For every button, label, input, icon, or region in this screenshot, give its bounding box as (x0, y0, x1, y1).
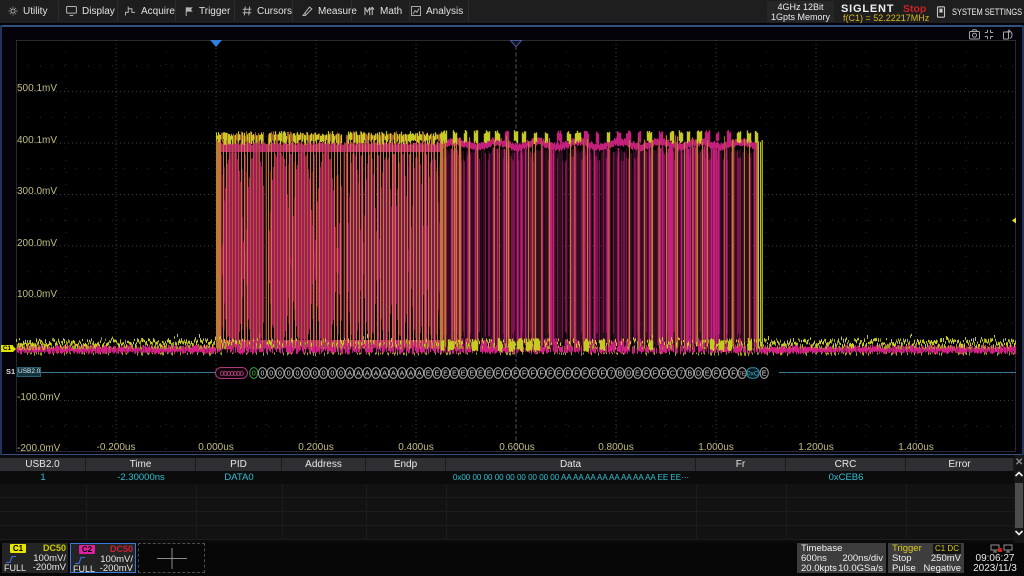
svg-text:0: 0 (304, 371, 308, 378)
svg-text:0: 0 (322, 371, 326, 378)
svg-text:A: A (391, 371, 396, 378)
svg-text:D: D (626, 371, 631, 378)
svg-text:F: F (522, 371, 526, 378)
svg-text:A: A (417, 371, 422, 378)
svg-text:F: F (505, 371, 509, 378)
svg-text:F: F (731, 371, 735, 378)
svg-text:F: F (557, 371, 561, 378)
svg-text:E: E (762, 371, 767, 378)
svg-text:F: F (714, 371, 718, 378)
svg-text:0xC: 0xC (747, 370, 759, 377)
svg-text:E: E (443, 371, 448, 378)
svg-text:F: F (566, 371, 570, 378)
svg-text:B: B (618, 371, 623, 378)
svg-text:0: 0 (269, 371, 273, 378)
svg-text:7E: 7E (739, 372, 746, 378)
svg-text:F: F (723, 371, 727, 378)
svg-text:A: A (382, 371, 387, 378)
svg-text:A: A (408, 371, 413, 378)
svg-text:C: C (670, 371, 675, 378)
svg-text:E: E (426, 371, 431, 378)
svg-text:A: A (365, 371, 370, 378)
svg-text:0: 0 (295, 371, 299, 378)
svg-text:0: 0 (261, 371, 265, 378)
svg-text:0: 0 (278, 371, 282, 378)
svg-text:F: F (644, 371, 648, 378)
svg-text:F: F (592, 371, 596, 378)
svg-text:F: F (574, 371, 578, 378)
svg-text:E: E (435, 371, 440, 378)
svg-text:0: 0 (330, 371, 334, 378)
svg-text:A: A (374, 371, 379, 378)
svg-text:E: E (487, 371, 492, 378)
svg-text:E: E (469, 371, 474, 378)
svg-text:B: B (687, 371, 692, 378)
svg-text:E: E (635, 371, 640, 378)
svg-text:F: F (600, 371, 604, 378)
svg-text:A: A (356, 371, 361, 378)
svg-text:F: F (496, 371, 500, 378)
svg-text:0: 0 (252, 371, 256, 378)
svg-text:7: 7 (679, 371, 683, 378)
svg-text:E: E (461, 371, 466, 378)
svg-text:F: F (583, 371, 587, 378)
svg-text:F: F (653, 371, 657, 378)
svg-text:E: E (478, 371, 483, 378)
svg-text:D: D (696, 371, 701, 378)
svg-text:A: A (347, 371, 352, 378)
svg-text:0: 0 (287, 371, 291, 378)
svg-text:F: F (548, 371, 552, 378)
svg-text:F: F (531, 371, 535, 378)
svg-text:F: F (513, 371, 517, 378)
svg-text:A: A (400, 371, 405, 378)
svg-text:E: E (452, 371, 457, 378)
svg-text:7: 7 (609, 371, 613, 378)
svg-text:0: 0 (339, 371, 343, 378)
svg-text:F: F (539, 371, 543, 378)
svg-text:F: F (661, 371, 665, 378)
svg-text:0: 0 (313, 371, 317, 378)
svg-text:E: E (705, 371, 710, 378)
svg-text:0000000: 0000000 (220, 369, 244, 378)
